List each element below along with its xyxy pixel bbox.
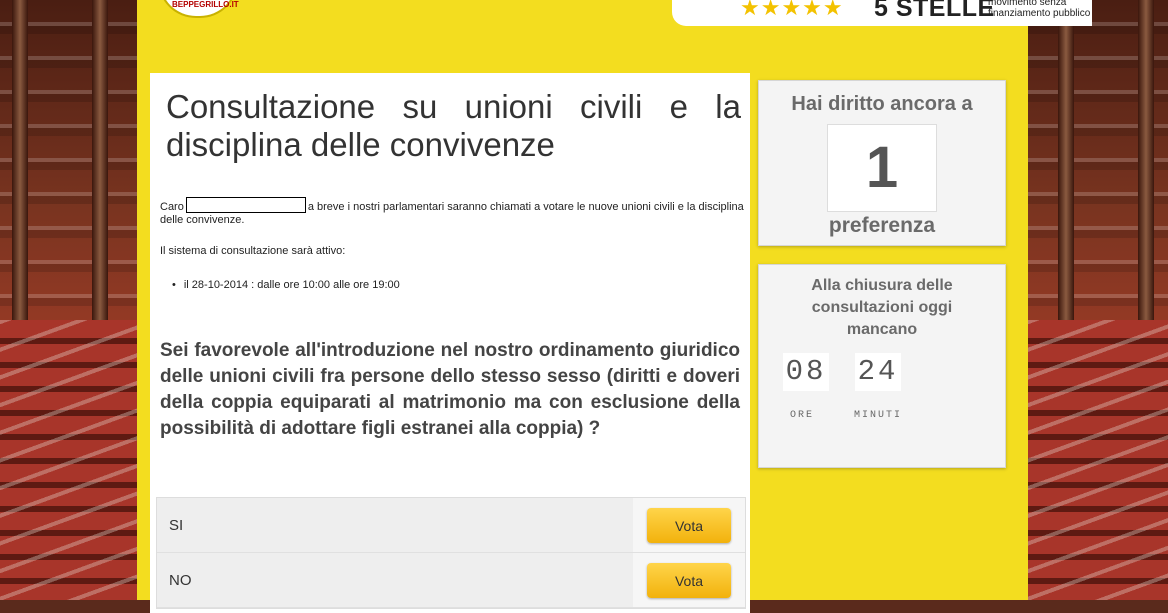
redacted-name — [185, 197, 306, 213]
column-decoration — [92, 0, 108, 330]
vote-options: SI Vota NO Vota — [156, 497, 746, 609]
background-photo-left — [0, 0, 140, 600]
column-decoration — [12, 0, 28, 330]
vote-si-button[interactable]: Vota — [647, 508, 731, 543]
date-list-item: il 28-10-2014 : dalle ore 10:00 alle ore… — [172, 279, 400, 291]
background-photo-right — [1028, 0, 1168, 600]
question-text: Sei favorevole all'introduzione nel nost… — [160, 340, 740, 439]
countdown-hours: 08 — [783, 353, 829, 391]
brand-note: movimento senza finanziamento pubblico — [988, 0, 1091, 19]
logo-text: BEPPEGRILLO.IT — [172, 0, 239, 9]
option-label-si: SI — [169, 517, 184, 534]
preferences-label: preferenza — [828, 214, 936, 237]
preferences-panel: Hai diritto ancora a 1 preferenza — [758, 80, 1006, 246]
active-label: Il sistema di consultazione sarà attivo: — [160, 245, 346, 257]
greeting-prefix: Caro — [160, 201, 184, 213]
parliament-seats — [1028, 320, 1168, 600]
stars-icon: ★★★★★ — [740, 0, 844, 20]
brand-name: 5 STELLE — [874, 0, 995, 22]
preferences-heading: Hai diritto ancora a — [791, 93, 973, 115]
option-label-no: NO — [169, 572, 192, 589]
page-title: Consultazione su unioni civili e la disc… — [166, 88, 741, 163]
countdown-minutes: 24 — [855, 353, 901, 391]
option-row-si: SI Vota — [157, 498, 745, 553]
consultation-panel: Consultazione su unioni civili e la disc… — [150, 73, 750, 613]
intro-text: Caro a breve i nostri parlamentari sarann… — [160, 197, 750, 227]
countdown-panel: Alla chiusura delle consultazioni oggi m… — [758, 264, 1006, 468]
column-decoration — [1138, 0, 1154, 330]
countdown-title: Alla chiusura delle consultazioni oggi m… — [811, 277, 953, 338]
countdown-hours-label: ORE — [790, 410, 815, 421]
preferences-count: 1 — [827, 124, 937, 212]
column-decoration — [1058, 0, 1074, 330]
vote-no-button[interactable]: Vota — [647, 563, 731, 598]
countdown-minutes-label: MINUTI — [854, 410, 903, 421]
parliament-seats — [0, 320, 140, 600]
